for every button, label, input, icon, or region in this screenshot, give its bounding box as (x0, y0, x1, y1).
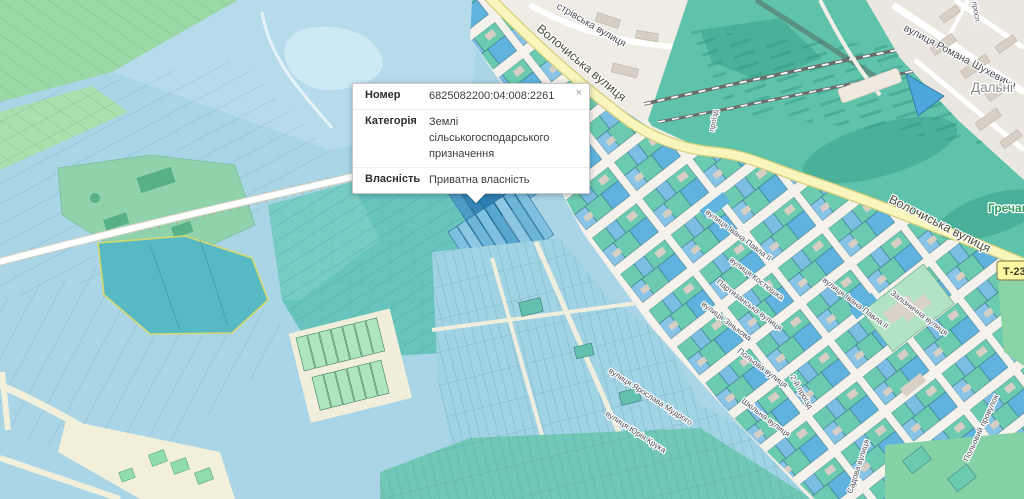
popup-value-number: 6825082200:04:008:2261 (429, 89, 577, 105)
place-label-hrechana: Гречана (988, 201, 1024, 215)
cadastral-map-viewport[interactable]: Т-23 Волочиська вулиця Волочиська вулиця… (0, 0, 1024, 499)
popup-row-number: Номер 6825082200:04:008:2261 (353, 84, 589, 109)
popup-value-ownership: Приватна власність (429, 173, 577, 189)
popup-value-category: Землі сільськогосподарського призначення (429, 115, 577, 163)
road-shield: Т-23 (997, 261, 1024, 280)
popup-label-category: Категорія (365, 115, 429, 163)
popup-pointer (465, 192, 487, 203)
parcel-info-popup: × Номер 6825082200:04:008:2261 Категорія… (352, 83, 590, 194)
popup-row-ownership: Власність Приватна власність (353, 167, 589, 193)
place-label-dalni: Дальні (971, 80, 1013, 95)
popup-row-category: Категорія Землі сільськогосподарського п… (353, 109, 589, 167)
popup-close-button[interactable]: × (576, 88, 582, 99)
cadastral-map-svg[interactable]: Т-23 Волочиська вулиця Волочиська вулиця… (0, 0, 1024, 499)
popup-label-number: Номер (365, 89, 429, 105)
road-shield-label: Т-23 (1003, 266, 1024, 278)
popup-label-ownership: Власність (365, 173, 429, 189)
